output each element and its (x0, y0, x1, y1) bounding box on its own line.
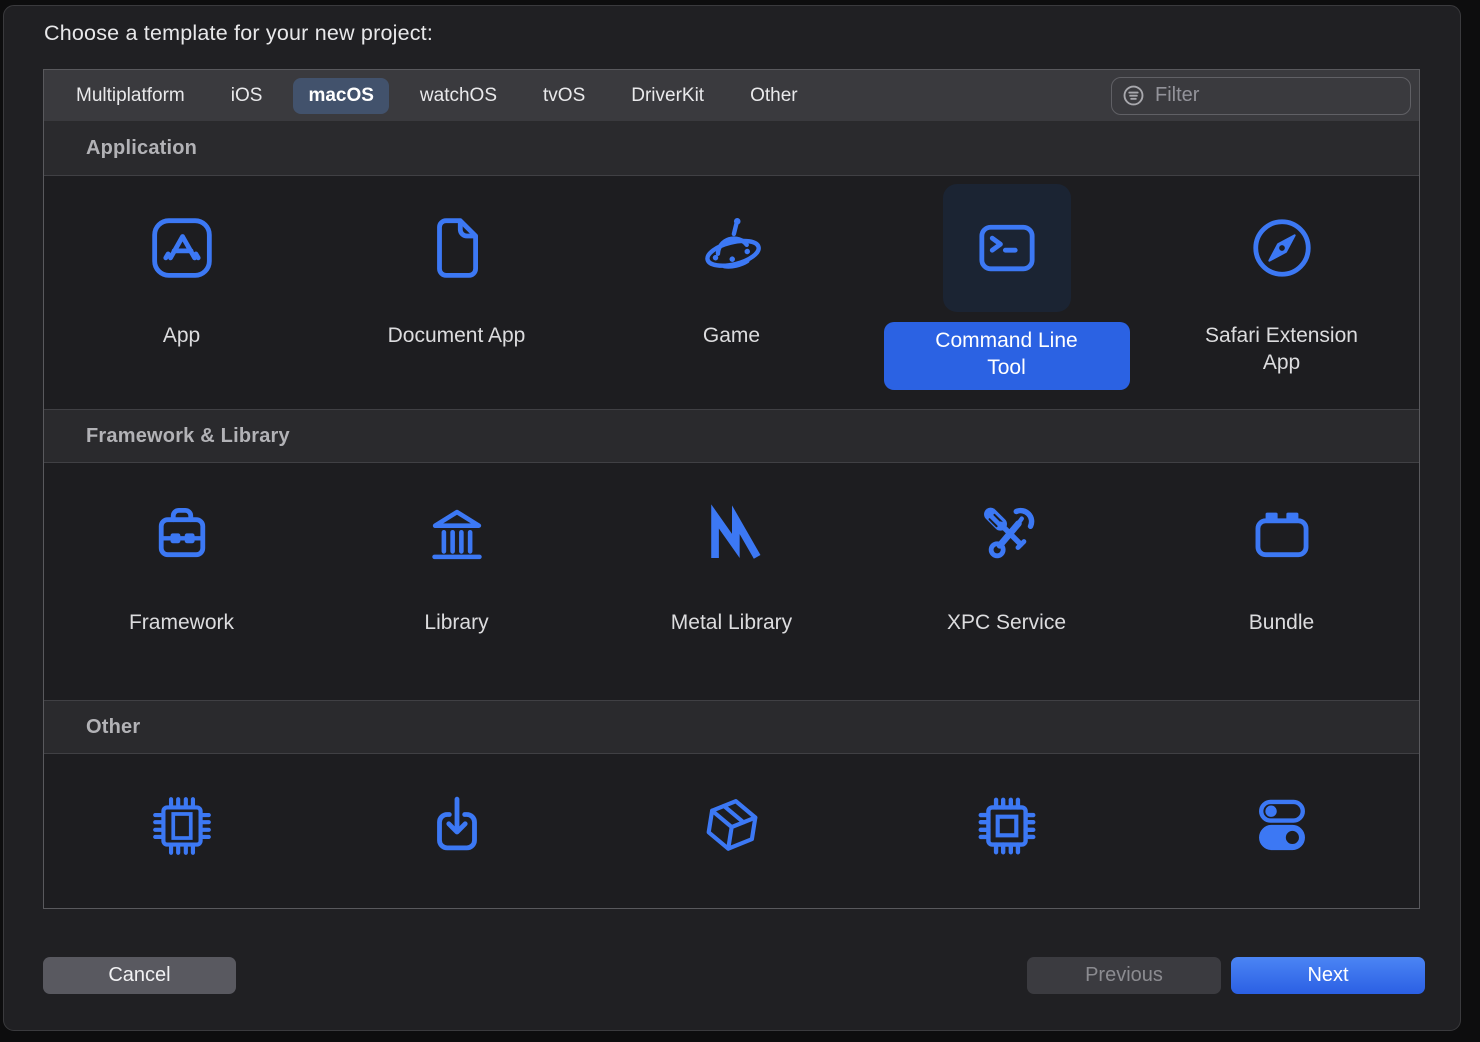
section-title: Application (86, 137, 197, 160)
template-item-other-4[interactable] (869, 754, 1144, 909)
template-item-other-2[interactable] (319, 754, 594, 909)
template-item-metal-library[interactable]: Metal Library (594, 463, 869, 700)
tab-watchos[interactable]: watchOS (420, 85, 497, 107)
filter-circle-icon (1122, 84, 1145, 107)
template-tile (393, 762, 521, 890)
template-tile (118, 184, 246, 312)
template-tile (943, 762, 1071, 890)
section-title: Framework & Library (86, 425, 290, 448)
template-tile (118, 471, 246, 599)
template-tile (1218, 184, 1346, 312)
platform-tabbar: Multiplatform iOS macOS watchOS tvOS Dri… (44, 70, 1419, 122)
template-item-label-selected: Command Line Tool (884, 322, 1130, 390)
template-item-safari-extension-app[interactable]: Safari Extension App (1144, 176, 1419, 409)
section-title: Other (86, 716, 140, 739)
template-tile (1218, 471, 1346, 599)
terminal-icon (972, 213, 1042, 283)
template-item-framework[interactable]: Framework (44, 463, 319, 700)
template-item-label: Metal Library (671, 609, 792, 636)
filter-field[interactable] (1111, 77, 1411, 115)
library-columns-icon (422, 500, 492, 570)
toolbox-icon (147, 500, 217, 570)
section-other-grid (44, 754, 1419, 909)
section-header-other: Other (44, 700, 1419, 754)
chip-icon (147, 791, 217, 861)
template-tile (668, 184, 796, 312)
template-tile (668, 471, 796, 599)
metal-m-icon (697, 500, 767, 570)
tab-tvos[interactable]: tvOS (543, 85, 585, 107)
package-box-icon (697, 791, 767, 861)
cancel-button[interactable]: Cancel (43, 957, 236, 994)
template-item-label: Document App (388, 322, 526, 349)
template-tile-selected (943, 184, 1071, 312)
template-item-bundle[interactable]: Bundle (1144, 463, 1419, 700)
template-tile (943, 471, 1071, 599)
template-tile (393, 184, 521, 312)
new-project-dialog: Choose a template for your new project: … (3, 5, 1461, 1031)
tab-driverkit[interactable]: DriverKit (631, 85, 704, 107)
template-item-xpc-service[interactable]: XPC Service (869, 463, 1144, 700)
template-item-label: Framework (129, 609, 234, 636)
template-item-label: Bundle (1249, 609, 1314, 636)
template-item-document-app[interactable]: Document App (319, 176, 594, 409)
tab-other[interactable]: Other (750, 85, 798, 107)
template-item-library[interactable]: Library (319, 463, 594, 700)
template-tile (668, 762, 796, 890)
toggle-switches-icon (1247, 791, 1317, 861)
app-store-icon (147, 213, 217, 283)
crossed-tools-icon (972, 500, 1042, 570)
template-item-app[interactable]: App (44, 176, 319, 409)
bundle-brick-icon (1247, 500, 1317, 570)
template-tile (1218, 762, 1346, 890)
tab-multiplatform[interactable]: Multiplatform (76, 85, 185, 107)
section-header-framework-library: Framework & Library (44, 409, 1419, 463)
template-item-other-5[interactable] (1144, 754, 1419, 909)
template-chooser-panel: Multiplatform iOS macOS watchOS tvOS Dri… (43, 69, 1420, 909)
template-item-command-line-tool[interactable]: Command Line Tool (869, 176, 1144, 409)
template-item-label: Library (424, 609, 488, 636)
safari-compass-icon (1247, 213, 1317, 283)
section-framework-grid: Framework Library Meta (44, 463, 1419, 700)
template-item-label: Safari Extension App (1194, 322, 1370, 377)
template-item-label: XPC Service (947, 609, 1066, 636)
template-item-label: Game (703, 322, 760, 349)
next-button[interactable]: Next (1231, 957, 1425, 994)
section-header-application: Application (44, 122, 1419, 176)
filter-input[interactable] (1153, 83, 1400, 108)
template-item-label: App (163, 322, 200, 349)
section-application-grid: App Document App (44, 176, 1419, 409)
previous-button[interactable]: Previous (1027, 957, 1221, 994)
chip-icon (972, 791, 1042, 861)
template-tile (393, 471, 521, 599)
game-ufo-icon (697, 213, 767, 283)
document-icon (422, 213, 492, 283)
download-tray-icon (422, 791, 492, 861)
template-tile (118, 762, 246, 890)
template-item-other-1[interactable] (44, 754, 319, 909)
template-item-other-3[interactable] (594, 754, 869, 909)
dialog-title: Choose a template for your new project: (44, 21, 433, 46)
template-item-game[interactable]: Game (594, 176, 869, 409)
tab-macos[interactable]: macOS (293, 78, 388, 114)
tab-ios[interactable]: iOS (231, 85, 263, 107)
